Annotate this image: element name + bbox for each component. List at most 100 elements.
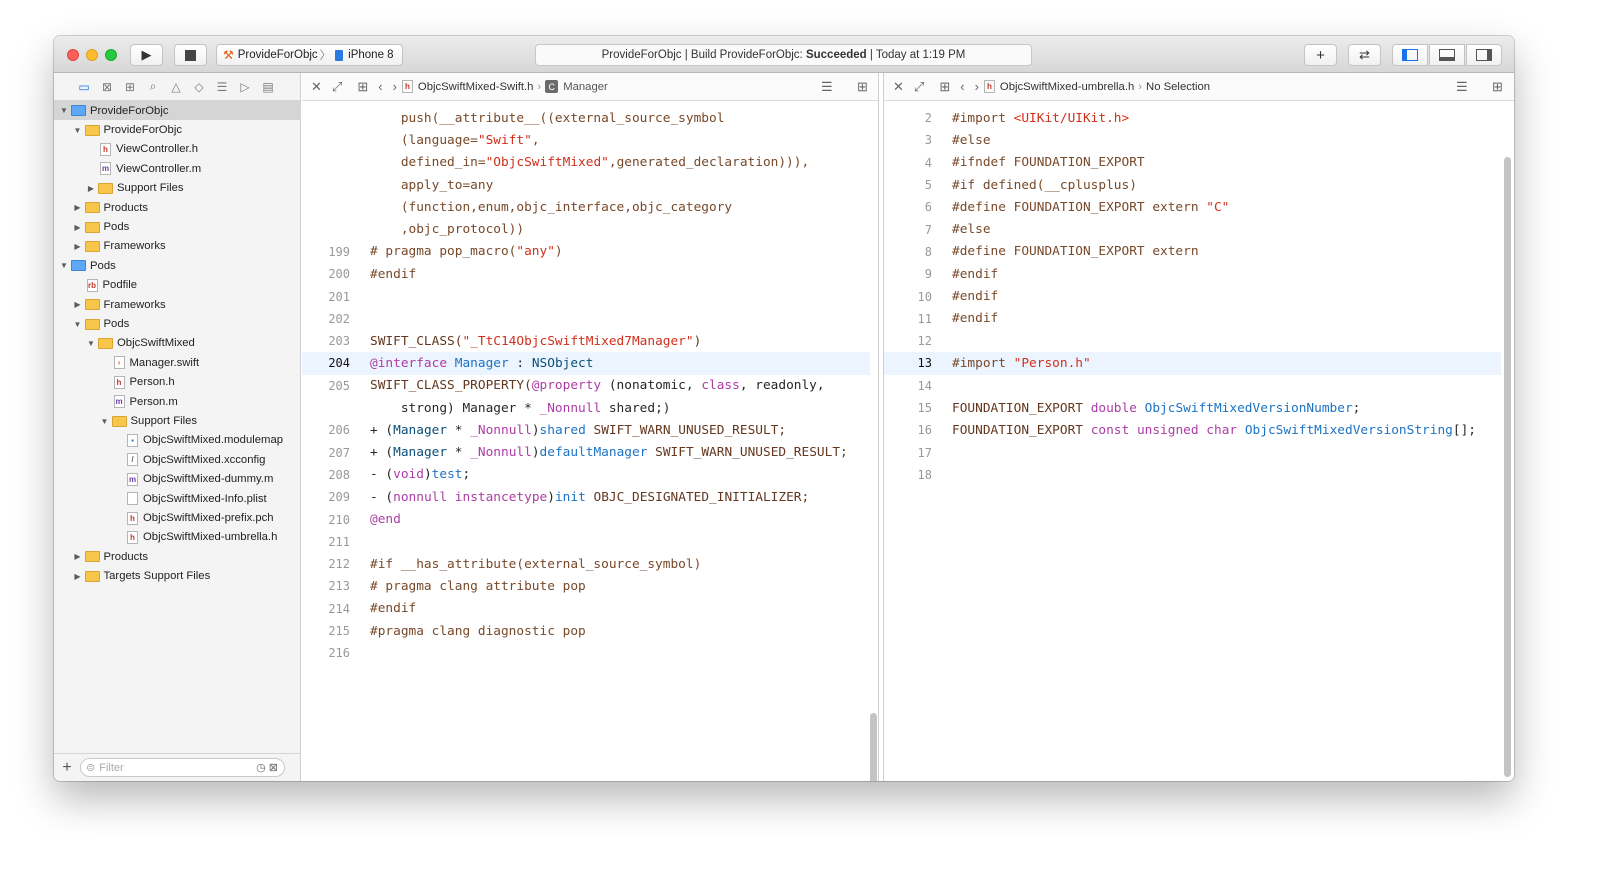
toggle-navigator-button[interactable] (1392, 44, 1428, 66)
code-line[interactable]: 3 #else (884, 129, 1501, 151)
code-line[interactable]: 2 #import <UIKit/UIKit.h> (884, 107, 1501, 129)
test-icon[interactable]: ◇ (191, 79, 207, 95)
breakpoint-icon[interactable]: ▷ (237, 79, 253, 95)
source-control-icon[interactable]: ⊠ (99, 79, 115, 95)
forward-arrow-icon[interactable]: › (393, 79, 397, 94)
disclosure-collapsed-icon[interactable]: ▶ (73, 300, 83, 309)
close-window-button[interactable] (67, 49, 79, 61)
code-line[interactable]: 207 + (Manager * _Nonnull)defaultManager … (302, 442, 870, 464)
disclosure-expanded-icon[interactable]: ▼ (59, 261, 69, 270)
navigator-item[interactable]: ▶ Frameworks (54, 295, 301, 314)
navigator-item[interactable]: ▼ Pods (54, 256, 301, 275)
navigator-item[interactable]: ▪ ObjcSwiftMixed.modulemap (54, 431, 301, 450)
vertical-scrollbar[interactable] (1504, 157, 1511, 777)
code-line[interactable]: 216 (302, 642, 870, 664)
close-icon[interactable]: ✕ (893, 79, 904, 95)
related-items-icon[interactable]: ⊞ (939, 79, 950, 95)
add-file-button[interactable]: + (54, 759, 80, 777)
code-line[interactable]: 9 #endif (884, 263, 1501, 285)
navigator-item[interactable]: ▼ ProvideForObjc (54, 120, 301, 139)
code-line[interactable]: apply_to=any (302, 174, 870, 196)
code-review-button[interactable]: ⇄ (1348, 44, 1381, 66)
scm-filter-icon[interactable]: ⊠ (269, 761, 278, 774)
warning-icon[interactable]: △ (168, 79, 184, 95)
forward-arrow-icon[interactable]: › (975, 79, 979, 94)
disclosure-expanded-icon[interactable]: ▼ (73, 320, 83, 329)
navigator-item[interactable]: m ViewController.m (54, 159, 301, 178)
filter-input[interactable]: ⊜ Filter ◷ ⊠ (80, 758, 285, 777)
navigator-item[interactable]: ▼ ProvideForObjc (54, 101, 301, 121)
disclosure-collapsed-icon[interactable]: ▶ (73, 242, 83, 251)
code-line[interactable]: 208- (void)test; (302, 464, 870, 486)
code-line[interactable]: 202 (302, 308, 870, 330)
navigator-item[interactable]: ▶ Support Files (54, 179, 301, 198)
disclosure-expanded-icon[interactable]: ▼ (59, 106, 69, 115)
code-line[interactable]: 10 #endif (884, 285, 1501, 307)
code-line[interactable]: 213 # pragma clang attribute pop (302, 575, 870, 597)
toggle-debug-area-button[interactable] (1429, 44, 1465, 66)
navigator-item[interactable]: m Person.m (54, 392, 301, 411)
code-line[interactable]: 206 + (Manager * _Nonnull)shared SWIFT_WA… (302, 419, 870, 441)
code-line[interactable]: 215 #pragma clang diagnostic pop (302, 620, 870, 642)
toggle-inspector-button[interactable] (1466, 44, 1502, 66)
code-line[interactable]: 214 #endif (302, 598, 870, 620)
code-line[interactable]: 15 FOUNDATION_EXPORT double ObjcSwiftMixe… (884, 397, 1501, 419)
code-line[interactable]: 4 #ifndef FOUNDATION_EXPORT (884, 152, 1501, 174)
related-items-icon[interactable]: ⊞ (357, 79, 368, 95)
code-line[interactable]: 6 #define FOUNDATION_EXPORT extern "C" (884, 196, 1501, 218)
code-line[interactable]: 8 #define FOUNDATION_EXPORT extern (884, 241, 1501, 263)
minimize-window-button[interactable] (86, 49, 98, 61)
expand-icon[interactable]: ⤢ (914, 79, 924, 95)
code-line[interactable]: push(__attribute__((external_source_symb… (302, 107, 870, 129)
symbol-icon[interactable]: ⊞ (122, 79, 138, 95)
code-line[interactable]: (function,enum,objc_interface,objc_categ… (302, 196, 870, 218)
navigator-item[interactable]: m ObjcSwiftMixed-dummy.m (54, 470, 301, 489)
code-line[interactable]: 199 # pragma pop_macro("any") (302, 241, 870, 263)
disclosure-expanded-icon[interactable]: ▼ (86, 339, 96, 348)
code-line[interactable]: 16 FOUNDATION_EXPORT const unsigned char … (884, 419, 1501, 441)
code-line[interactable]: 211 (302, 531, 870, 553)
code-line[interactable]: 13 #import "Person.h" (884, 352, 1501, 375)
disclosure-expanded-icon[interactable]: ▼ (73, 126, 83, 135)
library-button[interactable]: + (1304, 44, 1337, 66)
navigator-item[interactable]: ▶ Products (54, 198, 301, 217)
navigator-item[interactable]: / ObjcSwiftMixed.xcconfig (54, 450, 301, 469)
close-icon[interactable]: ✕ (311, 79, 322, 95)
folder-icon[interactable]: ▭ (76, 79, 92, 95)
navigator-item[interactable]: ▶ Frameworks (54, 237, 301, 256)
navigator-item[interactable]: h ViewController.h (54, 140, 301, 159)
code-line[interactable]: 203 SWIFT_CLASS("_TtC14ObjcSwiftMixed7Man… (302, 330, 870, 352)
breadcrumb-file[interactable]: h ObjcSwiftMixed-umbrella.h (983, 80, 1134, 93)
code-line[interactable]: 204 @interface Manager : NSObject (302, 352, 870, 375)
code-line[interactable]: 205 SWIFT_CLASS_PROPERTY(@property (nonat… (302, 375, 870, 397)
navigator-item[interactable]: ▶ Products (54, 547, 301, 566)
disclosure-collapsed-icon[interactable]: ▶ (73, 572, 83, 581)
code-line[interactable]: defined_in="ObjcSwiftMixed",generated_de… (302, 152, 870, 174)
navigator-item[interactable]: ▶ Targets Support Files (54, 567, 301, 586)
code-line[interactable]: 17 (884, 442, 1501, 464)
code-line[interactable]: 212 #if __has_attribute(external_source_s… (302, 553, 870, 575)
search-icon[interactable]: ⌕ (145, 79, 161, 95)
code-line[interactable]: 12 (884, 330, 1501, 352)
breadcrumb-file[interactable]: h ObjcSwiftMixed-Swift.h (401, 80, 533, 93)
code-line[interactable]: 200 #endif (302, 263, 870, 285)
disclosure-collapsed-icon[interactable]: ▶ (73, 552, 83, 561)
navigator-item[interactable]: h ObjcSwiftMixed-prefix.pch (54, 508, 301, 527)
run-button[interactable]: ▶ (130, 44, 163, 66)
code-line[interactable]: 18 (884, 464, 1501, 486)
navigator-item[interactable]: ObjcSwiftMixed-Info.plist (54, 489, 301, 508)
navigator-item[interactable]: ▼ Support Files (54, 411, 301, 430)
breadcrumb-symbol[interactable]: Manager (563, 81, 608, 93)
navigator-item[interactable]: ▼ Pods (54, 314, 301, 333)
navigator-item[interactable]: rb Podfile (54, 276, 301, 295)
navigator-item[interactable]: ▶ Pods (54, 217, 301, 236)
editor-options-icon[interactable]: ☰ (821, 79, 833, 95)
code-line[interactable]: 14 (884, 375, 1501, 397)
expand-icon[interactable]: ⤢ (332, 79, 342, 95)
back-arrow-icon[interactable]: ‹ (378, 79, 382, 94)
code-line[interactable]: 210 @end (302, 508, 870, 530)
code-line[interactable]: strong) Manager * _Nonnull shared;) (302, 397, 870, 419)
navigator-item[interactable]: h Person.h (54, 373, 301, 392)
stop-button[interactable] (174, 44, 207, 66)
code-line[interactable]: 209- (nonnull instancetype)init OBJC_DES… (302, 486, 870, 508)
